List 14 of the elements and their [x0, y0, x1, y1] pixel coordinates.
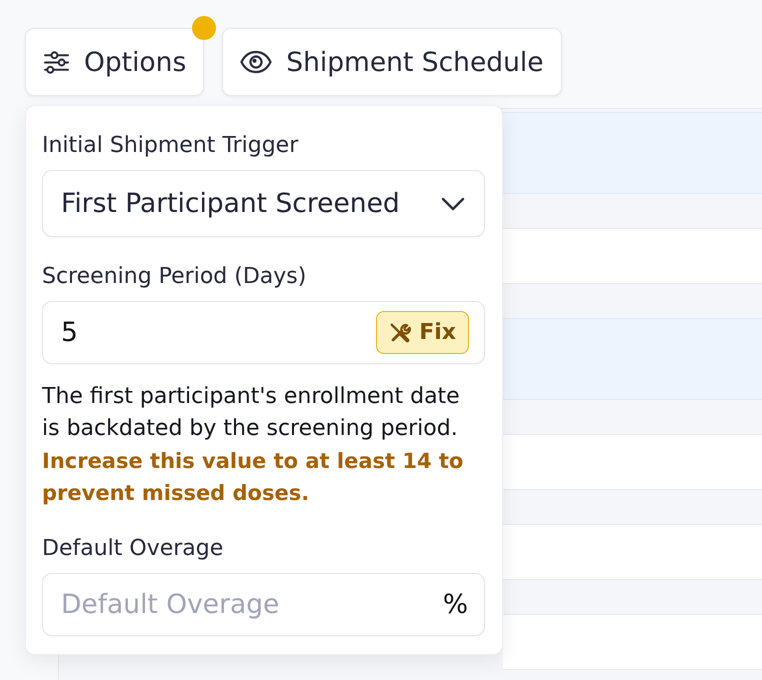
- eye-icon: [240, 50, 272, 74]
- tools-icon: [389, 322, 412, 344]
- fix-button[interactable]: Fix: [376, 311, 469, 354]
- unit-label: %: [442, 588, 468, 620]
- warning-text: Increase this value to at least 14 to prevent missed doses.: [42, 448, 464, 507]
- trigger-select[interactable]: First Participant Screened: [42, 170, 485, 237]
- field-label: Screening Period (Days): [42, 264, 306, 290]
- field-label: Initial Shipment Trigger: [42, 133, 298, 159]
- chevron-down-icon: [441, 196, 465, 210]
- view-button[interactable]: Shipment Schedule: [222, 28, 562, 96]
- help-text: The first participant's enrollment date is backdated by the screening period.: [42, 383, 461, 443]
- options-button[interactable]: Options: [25, 28, 204, 96]
- sliders-icon: [43, 48, 70, 76]
- field-label: Default Overage: [42, 536, 224, 562]
